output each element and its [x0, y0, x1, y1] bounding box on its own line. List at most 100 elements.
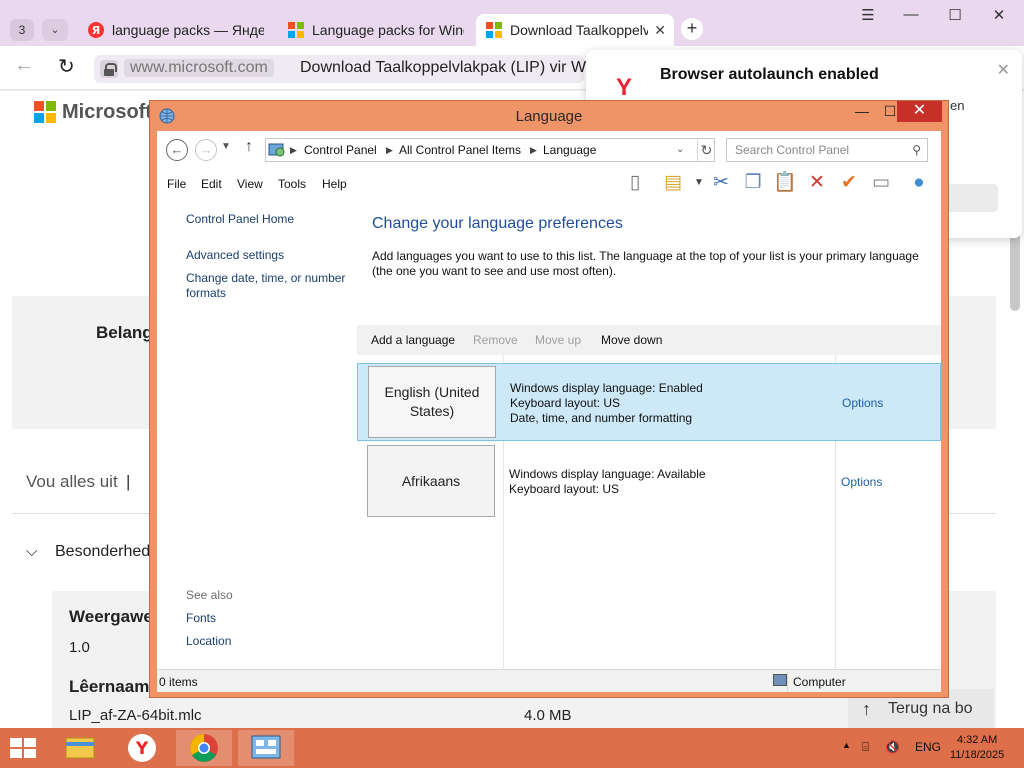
left-task-pane: Control Panel Home Advanced settings Cha… — [157, 199, 357, 669]
section-heading: Belang — [96, 323, 153, 342]
up-arrow-icon[interactable]: ↑ — [245, 138, 253, 156]
lock-icon[interactable] — [100, 60, 118, 78]
search-icon[interactable]: ⚲ — [912, 139, 921, 161]
breadcrumb-separator-icon[interactable]: ▶ — [386, 139, 393, 161]
details-heading[interactable]: Besonderhed — [55, 543, 150, 561]
cut-icon[interactable]: ✂ — [709, 171, 733, 195]
language-tile[interactable]: English (United States) — [368, 366, 496, 438]
filename-label: Lêernaam: — [69, 677, 155, 696]
properties-icon[interactable]: ▭ — [869, 171, 893, 195]
back-to-top-label: Terug na bo — [888, 700, 973, 717]
folder-options-icon[interactable]: ▤ — [661, 171, 685, 195]
menu-edit[interactable]: Edit — [201, 177, 222, 191]
language-row-english[interactable]: English (United States) Windows display … — [357, 363, 941, 441]
back-arrow-icon[interactable]: ← — [14, 54, 34, 77]
system-clock[interactable]: 4:32 AM 11/18/2025 — [950, 733, 1004, 763]
control-panel-taskbar-icon[interactable] — [238, 730, 294, 766]
language-tile[interactable]: Afrikaans — [367, 445, 495, 517]
svg-text:Y: Y — [135, 739, 149, 759]
input-language-indicator[interactable]: ENG — [915, 740, 941, 754]
tab-language-packs[interactable]: Language packs for Windo — [278, 14, 474, 46]
file-explorer-icon[interactable] — [52, 730, 108, 766]
minimize-icon[interactable]: — — [848, 101, 876, 122]
options-link[interactable]: Options — [841, 475, 882, 489]
browser-menu-icon[interactable]: ☰ — [853, 6, 883, 24]
toolbar-dropdown-icon[interactable]: ▼ — [687, 171, 711, 195]
menu-tools[interactable]: Tools — [278, 177, 306, 191]
close-tab-icon[interactable]: ✕ — [654, 14, 666, 46]
computer-icon — [773, 674, 787, 686]
check-icon[interactable]: ✔ — [837, 171, 861, 195]
windows-start-icon[interactable] — [10, 738, 38, 760]
new-tab-button[interactable]: + — [681, 18, 703, 40]
menu-view[interactable]: View — [237, 177, 263, 191]
show-hidden-icons-icon[interactable]: ▲ — [842, 740, 851, 750]
breadcrumb-all-items[interactable]: All Control Panel Items — [399, 139, 521, 161]
move-down-button[interactable]: Move down — [601, 333, 662, 347]
volume-muted-icon[interactable]: 🔇 — [885, 740, 900, 754]
expand-all-link[interactable]: Vou alles uit — [26, 472, 118, 492]
yandex-browser-taskbar-icon[interactable]: Y — [114, 730, 170, 766]
see-also-label: See also — [186, 588, 233, 602]
close-window-icon[interactable]: ✕ — [897, 101, 942, 122]
control-panel-home-link[interactable]: Control Panel Home — [186, 212, 351, 227]
back-icon[interactable]: ← — [166, 139, 188, 161]
breadcrumb-control-panel[interactable]: Control Panel — [304, 139, 377, 161]
window-titlebar[interactable]: Language — ☐ ✕ — [150, 101, 948, 131]
tab-title: Language packs for Windo — [312, 22, 464, 38]
breadcrumb[interactable]: ▶ Control Panel ▶ All Control Panel Item… — [265, 138, 715, 162]
display-language-status: Windows display language: Enabled — [510, 381, 703, 395]
fonts-link[interactable]: Fonts — [186, 611, 351, 626]
tab-list-dropdown[interactable]: ⌄ — [42, 19, 68, 41]
layout-pane-icon[interactable]: ▯ — [623, 171, 647, 195]
browser-close-icon[interactable]: ✕ — [984, 6, 1014, 24]
add-language-button[interactable]: Add a language — [371, 333, 455, 347]
location-link[interactable]: Location — [186, 634, 351, 649]
microsoft-icon — [288, 22, 304, 38]
network-icon[interactable]: ⌸ — [862, 740, 869, 755]
language-row-afrikaans[interactable]: Afrikaans Windows display language: Avai… — [357, 445, 941, 519]
search-placeholder: Search Control Panel — [735, 143, 850, 157]
link-separator: | — [126, 472, 131, 491]
globe-icon[interactable]: ● — [907, 171, 931, 195]
microsoft-logo-icon — [34, 101, 56, 123]
copy-icon[interactable]: ❐ — [741, 171, 765, 195]
remove-button[interactable]: Remove — [473, 333, 518, 347]
move-up-button[interactable]: Move up — [535, 333, 581, 347]
yandex-icon: Я — [88, 22, 104, 38]
tab-counter-button[interactable]: 3 — [10, 19, 34, 41]
filesize-value: 4.0 MB — [524, 707, 572, 724]
search-input[interactable]: Search Control Panel ⚲ — [726, 138, 928, 162]
browser-minimize-icon[interactable]: — — [896, 6, 926, 23]
change-formats-link[interactable]: Change date, time, or number formats — [186, 271, 351, 301]
address-dropdown-icon[interactable]: ⌄ — [676, 139, 684, 161]
reload-icon[interactable]: ↻ — [58, 54, 75, 79]
browser-maximize-icon[interactable]: ☐ — [940, 6, 970, 24]
status-bar: 0 items Computer — [157, 669, 941, 692]
svg-text:Я: Я — [92, 24, 100, 37]
version-label: Weergawe — [69, 607, 153, 626]
refresh-icon[interactable]: ↻ — [697, 139, 715, 161]
status-location-label: Computer — [793, 675, 846, 689]
breadcrumb-separator-icon[interactable]: ▶ — [290, 139, 297, 161]
advanced-settings-link[interactable]: Advanced settings — [186, 248, 351, 263]
paste-icon[interactable]: 📋 — [773, 171, 797, 195]
breadcrumb-separator-icon[interactable]: ▶ — [530, 139, 537, 161]
url-field[interactable]: www.microsoft.com Download Taalkoppelvla… — [94, 55, 586, 83]
menu-file[interactable]: File — [167, 177, 186, 191]
delete-icon[interactable]: ✕ — [805, 171, 829, 195]
keyboard-layout: Keyboard layout: US — [510, 396, 621, 410]
breadcrumb-language[interactable]: Language — [543, 139, 596, 161]
chrome-icon[interactable] — [176, 730, 232, 766]
chevron-down-icon[interactable]: ⌵ — [26, 543, 37, 560]
yandex-browser-icon: Y — [616, 74, 633, 101]
page-title: Change your language preferences — [372, 215, 623, 232]
close-icon[interactable]: ✕ — [997, 60, 1010, 80]
recent-locations-icon[interactable]: ▼ — [221, 141, 231, 152]
browser-tab-bar: 3 ⌄ Я language packs — Яндекс Language p… — [0, 0, 1024, 46]
forward-icon[interactable]: → — [195, 139, 217, 161]
menu-help[interactable]: Help — [322, 177, 347, 191]
tab-download-lip[interactable]: Download Taalkoppelvla ✕ — [476, 14, 674, 46]
tab-yandex-search[interactable]: Я language packs — Яндекс — [78, 14, 274, 46]
options-link[interactable]: Options — [842, 396, 883, 410]
